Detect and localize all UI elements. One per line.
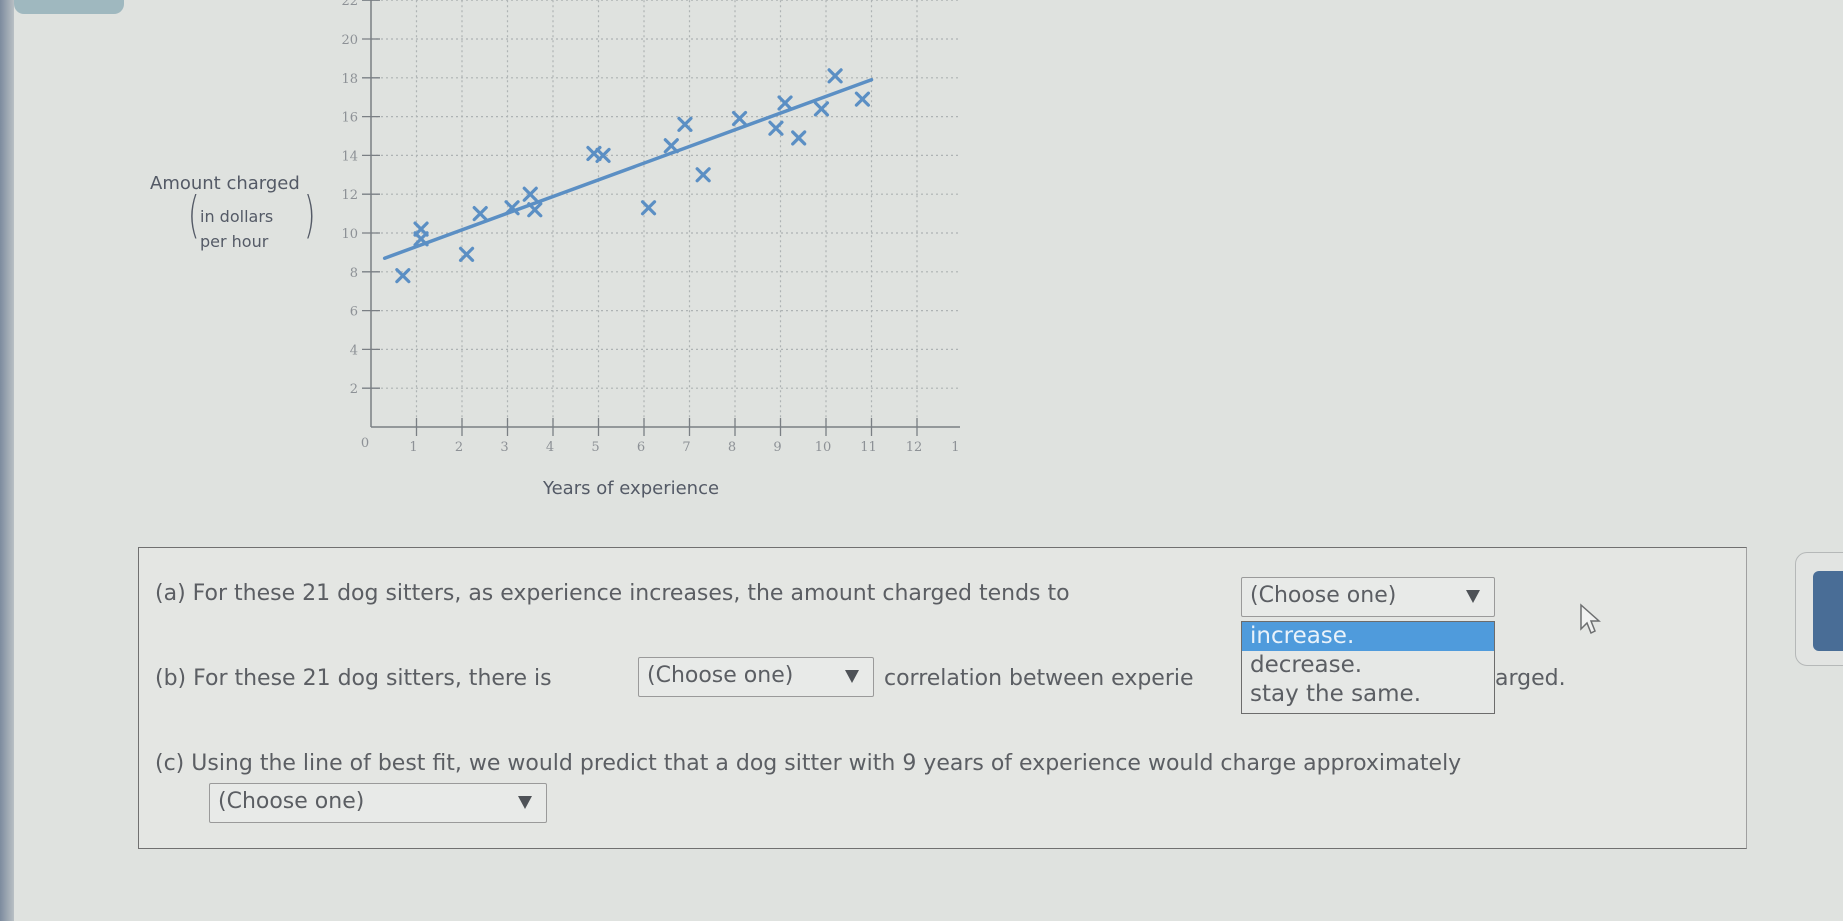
data-point <box>731 110 748 127</box>
x-tick-label: 11 <box>860 440 877 455</box>
data-point <box>827 68 843 84</box>
data-point <box>768 120 784 136</box>
y-tick-label: 6 <box>350 305 358 320</box>
y-axis-subtitle-line1: in dollars <box>200 207 274 226</box>
data-point <box>854 91 871 107</box>
question-a-text: (a) For these 21 dog sitters, as experie… <box>155 581 1070 606</box>
y-tick-label: 4 <box>350 343 358 358</box>
question-b-text-before: (b) For these 21 dog sitters, there is <box>155 666 552 691</box>
data-point <box>663 138 679 154</box>
scatter-plot: 123456789101112132468101214161820220x <box>341 0 960 455</box>
x-tick-label: 7 <box>682 440 690 455</box>
data-point <box>791 130 807 146</box>
fit-line-group <box>382 77 874 260</box>
x-tick-label: 10 <box>815 440 832 455</box>
question-a-dropdown-list: increase. decrease. stay the same. <box>1241 621 1495 714</box>
question-b-select[interactable]: (Choose one) <box>638 657 874 697</box>
side-panel-tab[interactable] <box>1795 552 1843 666</box>
data-point <box>640 200 657 216</box>
y-tick-label: 12 <box>341 188 358 203</box>
data-point <box>527 202 543 218</box>
data-point <box>458 246 475 262</box>
y-tick-label: 16 <box>341 111 358 126</box>
y-tick-label: 20 <box>341 33 358 48</box>
dropdown-option-stay-same[interactable]: stay the same. <box>1242 680 1494 709</box>
dropdown-arrow-icon <box>845 670 859 683</box>
y-tick-label: 2 <box>350 382 358 397</box>
right-paren: ) <box>303 186 316 244</box>
axes <box>370 0 960 428</box>
origin-label: 0 <box>361 436 369 451</box>
x-tick-label: 3 <box>500 440 508 455</box>
question-a-select-value: (Choose one) <box>1250 583 1397 608</box>
question-b-text-after: correlation between experie <box>884 666 1194 691</box>
y-axis-title: Amount charged <box>150 173 300 194</box>
data-point <box>777 95 793 111</box>
grid <box>371 0 960 427</box>
side-panel-tab-inner <box>1813 571 1843 651</box>
x-tick-label: 6 <box>637 440 645 455</box>
question-c-text: (c) Using the line of best fit, we would… <box>155 751 1462 776</box>
question-c-select-value: (Choose one) <box>218 789 365 814</box>
y-tick-label: 10 <box>341 227 358 242</box>
y-tick-label: 8 <box>350 266 358 281</box>
y-tick-label: 22 <box>341 0 358 9</box>
x-tick-label: 13 <box>951 440 960 455</box>
mouse-cursor-icon <box>1580 603 1601 635</box>
x-tick-label: 1 <box>409 440 417 455</box>
question-b-text-tail: arged. <box>1495 666 1566 691</box>
y-tick-label: 18 <box>341 72 358 87</box>
y-tick-label: 14 <box>341 149 358 164</box>
points-group <box>395 68 871 284</box>
ticks: 123456789101112132468101214161820220x <box>341 0 960 455</box>
data-point <box>813 101 830 117</box>
x-tick-label: 2 <box>455 440 463 455</box>
x-tick-label: 4 <box>546 440 554 455</box>
data-point <box>677 116 693 132</box>
x-tick-label: 12 <box>906 440 923 455</box>
data-point <box>695 167 711 183</box>
question-b-select-value: (Choose one) <box>647 663 794 688</box>
question-c-select[interactable]: (Choose one) <box>209 783 547 823</box>
best-fit-line <box>382 77 874 260</box>
y-axis-subtitle-line2: per hour <box>200 232 269 251</box>
dropdown-arrow-icon <box>518 796 532 809</box>
dropdown-arrow-icon <box>1466 590 1480 603</box>
x-tick-label: 5 <box>591 440 599 455</box>
question-a-select[interactable]: (Choose one) <box>1241 577 1495 617</box>
dropdown-option-increase[interactable]: increase. <box>1242 622 1494 651</box>
data-point <box>472 206 488 222</box>
dropdown-option-decrease[interactable]: decrease. <box>1242 651 1494 680</box>
x-tick-label: 8 <box>728 440 736 455</box>
left-paren: ( <box>187 186 200 244</box>
x-tick-label: 9 <box>773 440 781 455</box>
x-axis-title: Years of experience <box>543 478 720 499</box>
y-axis-subtitle: in dollars per hour <box>200 204 273 254</box>
